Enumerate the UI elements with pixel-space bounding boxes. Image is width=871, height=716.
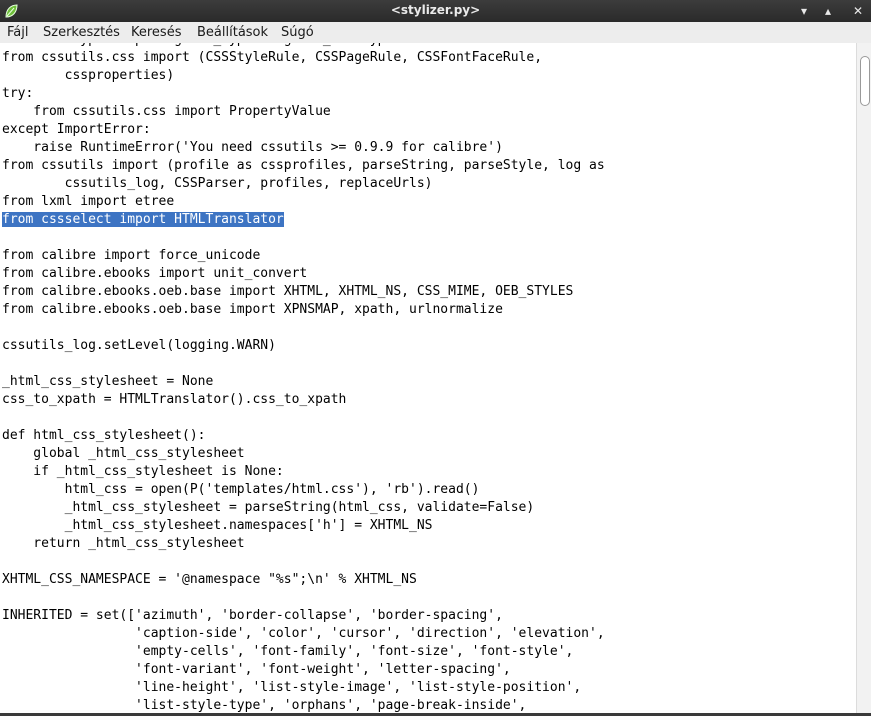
code-line[interactable]: from calibre.ebooks.oeb.base import XPNS… (2, 301, 503, 319)
code-line[interactable]: from calibre.ebooks.oeb.base import XHTM… (2, 283, 573, 301)
code-line[interactable]: cssutils_log.setLevel(logging.WARN) (2, 337, 276, 355)
code-line[interactable]: global _html_css_stylesheet (2, 445, 245, 463)
code-line[interactable]: def html_css_stylesheet(): (2, 427, 206, 445)
code-line-text: if _html_css_stylesheet is None: (2, 464, 284, 479)
close-button[interactable]: ✕ (849, 2, 867, 20)
code-line-text: raise RuntimeError('You need cssutils >=… (2, 140, 503, 155)
menu-help[interactable]: Súgó (281, 25, 314, 40)
code-line[interactable]: from calibre import force_unicode (2, 247, 260, 265)
minimize-button[interactable]: ▾ (795, 2, 813, 20)
vertical-scrollbar[interactable] (856, 43, 871, 713)
code-line[interactable]: if _html_css_stylesheet is None: (2, 463, 284, 481)
code-line-text: from calibre.ebooks.oeb.base import XPNS… (2, 302, 503, 317)
selected-text: from cssselect import HTMLTranslator (2, 212, 284, 227)
code-line-text: 'font-variant', 'font-weight', 'letter-s… (2, 662, 511, 677)
code-line[interactable]: _html_css_stylesheet = parseString(html_… (2, 499, 535, 517)
code-line[interactable]: css_to_xpath = HTMLTranslator().css_to_x… (2, 391, 346, 409)
code-line-text: from calibre.ebooks import unit_convert (2, 266, 308, 281)
title-bar: <stylizer.py> ▾ ▴ ✕ (0, 0, 871, 22)
code-line[interactable]: from cssutils.css import (CSSStyleRule, … (2, 49, 542, 67)
code-line[interactable]: from cssutils.css import PropertyValue (2, 103, 331, 121)
code-line-text: except ImportError: (2, 122, 151, 137)
code-line-text: _html_css_stylesheet = None (2, 374, 214, 389)
code-line-text: 'empty-cells', 'font-family', 'font-size… (2, 644, 574, 659)
code-line-text: from mimetypes import guess_type as gues… (2, 43, 393, 47)
menu-search[interactable]: Keresés (131, 25, 181, 40)
code-line[interactable]: XHTML_CSS_NAMESPACE = '@namespace "%s";\… (2, 571, 417, 589)
code-line[interactable]: _html_css_stylesheet = None (2, 373, 213, 391)
window-title: <stylizer.py> (390, 3, 481, 17)
code-line-text: _html_css_stylesheet.namespaces['h'] = X… (2, 518, 433, 533)
code-line[interactable]: cssproperties) (2, 67, 175, 85)
code-line[interactable]: 'caption-side', 'color', 'cursor', 'dire… (2, 625, 605, 643)
code-line-text: 'caption-side', 'color', 'cursor', 'dire… (2, 626, 605, 641)
code-line[interactable]: cssutils_log, CSSParser, profiles, repla… (2, 175, 433, 193)
code-line-text: cssutils_log, CSSParser, profiles, repla… (2, 176, 433, 191)
menu-bar: Fájl Szerkesztés Keresés Beállítások Súg… (0, 22, 871, 44)
code-line[interactable]: 'font-variant', 'font-weight', 'letter-s… (2, 661, 511, 679)
code-line-text: _html_css_stylesheet = parseString(html_… (2, 500, 535, 515)
code-line[interactable]: 'line-height', 'list-style-image', 'list… (2, 679, 581, 697)
code-line-text: INHERITED = set(['azimuth', 'border-coll… (2, 608, 503, 623)
code-line[interactable]: INHERITED = set(['azimuth', 'border-coll… (2, 607, 503, 625)
scrollbar-thumb[interactable] (860, 56, 870, 106)
code-line[interactable]: raise RuntimeError('You need cssutils >=… (2, 139, 503, 157)
code-line-text: from cssutils import (profile as cssprof… (2, 158, 605, 173)
code-line-text: def html_css_stylesheet(): (2, 428, 206, 443)
code-line[interactable]: from lxml import etree (2, 193, 174, 211)
menu-file[interactable]: Fájl (7, 25, 28, 40)
code-line-text: global _html_css_stylesheet (2, 446, 245, 461)
code-line-text: from lxml import etree (2, 194, 175, 209)
code-line[interactable]: from cssutils import (profile as cssprof… (2, 157, 605, 175)
code-line-text: from calibre.ebooks.oeb.base import XHTM… (2, 284, 574, 299)
code-line-text: from cssutils.css import (CSSStyleRule, … (2, 50, 543, 65)
code-line-text: html_css = open(P('templates/html.css'),… (2, 482, 480, 497)
code-line-text: 'list-style-type', 'orphans', 'page-brea… (2, 698, 527, 713)
code-line-text: from cssutils.css import PropertyValue (2, 104, 331, 119)
code-line[interactable]: 'list-style-type', 'orphans', 'page-brea… (2, 697, 526, 713)
code-line-text: 'line-height', 'list-style-image', 'list… (2, 680, 582, 695)
code-line-text: css_to_xpath = HTMLTranslator().css_to_x… (2, 392, 347, 407)
code-line-text: return _html_css_stylesheet (2, 536, 245, 551)
maximize-button[interactable]: ▴ (819, 2, 837, 20)
menu-settings[interactable]: Beállítások (197, 25, 268, 40)
code-line-text: cssutils_log.setLevel(logging.WARN) (2, 338, 276, 353)
code-line[interactable]: 'empty-cells', 'font-family', 'font-size… (2, 643, 573, 661)
code-line[interactable]: try: (2, 85, 33, 103)
code-line[interactable]: html_css = open(P('templates/html.css'),… (2, 481, 480, 499)
code-editor[interactable]: from mimetypes import guess_type as gues… (0, 43, 856, 713)
code-line[interactable]: from cssselect import HTMLTranslator (2, 211, 284, 229)
code-line-text: from calibre import force_unicode (2, 248, 261, 263)
menu-edit[interactable]: Szerkesztés (43, 25, 120, 40)
code-line-text: cssproperties) (2, 68, 175, 83)
code-line[interactable]: return _html_css_stylesheet (2, 535, 245, 553)
code-line[interactable]: from calibre.ebooks import unit_convert (2, 265, 307, 283)
code-line[interactable]: except ImportError: (2, 121, 151, 139)
code-line[interactable]: _html_css_stylesheet.namespaces['h'] = X… (2, 517, 433, 535)
code-line-text: try: (2, 86, 34, 101)
code-line-text: XHTML_CSS_NAMESPACE = '@namespace "%s";\… (2, 572, 417, 587)
